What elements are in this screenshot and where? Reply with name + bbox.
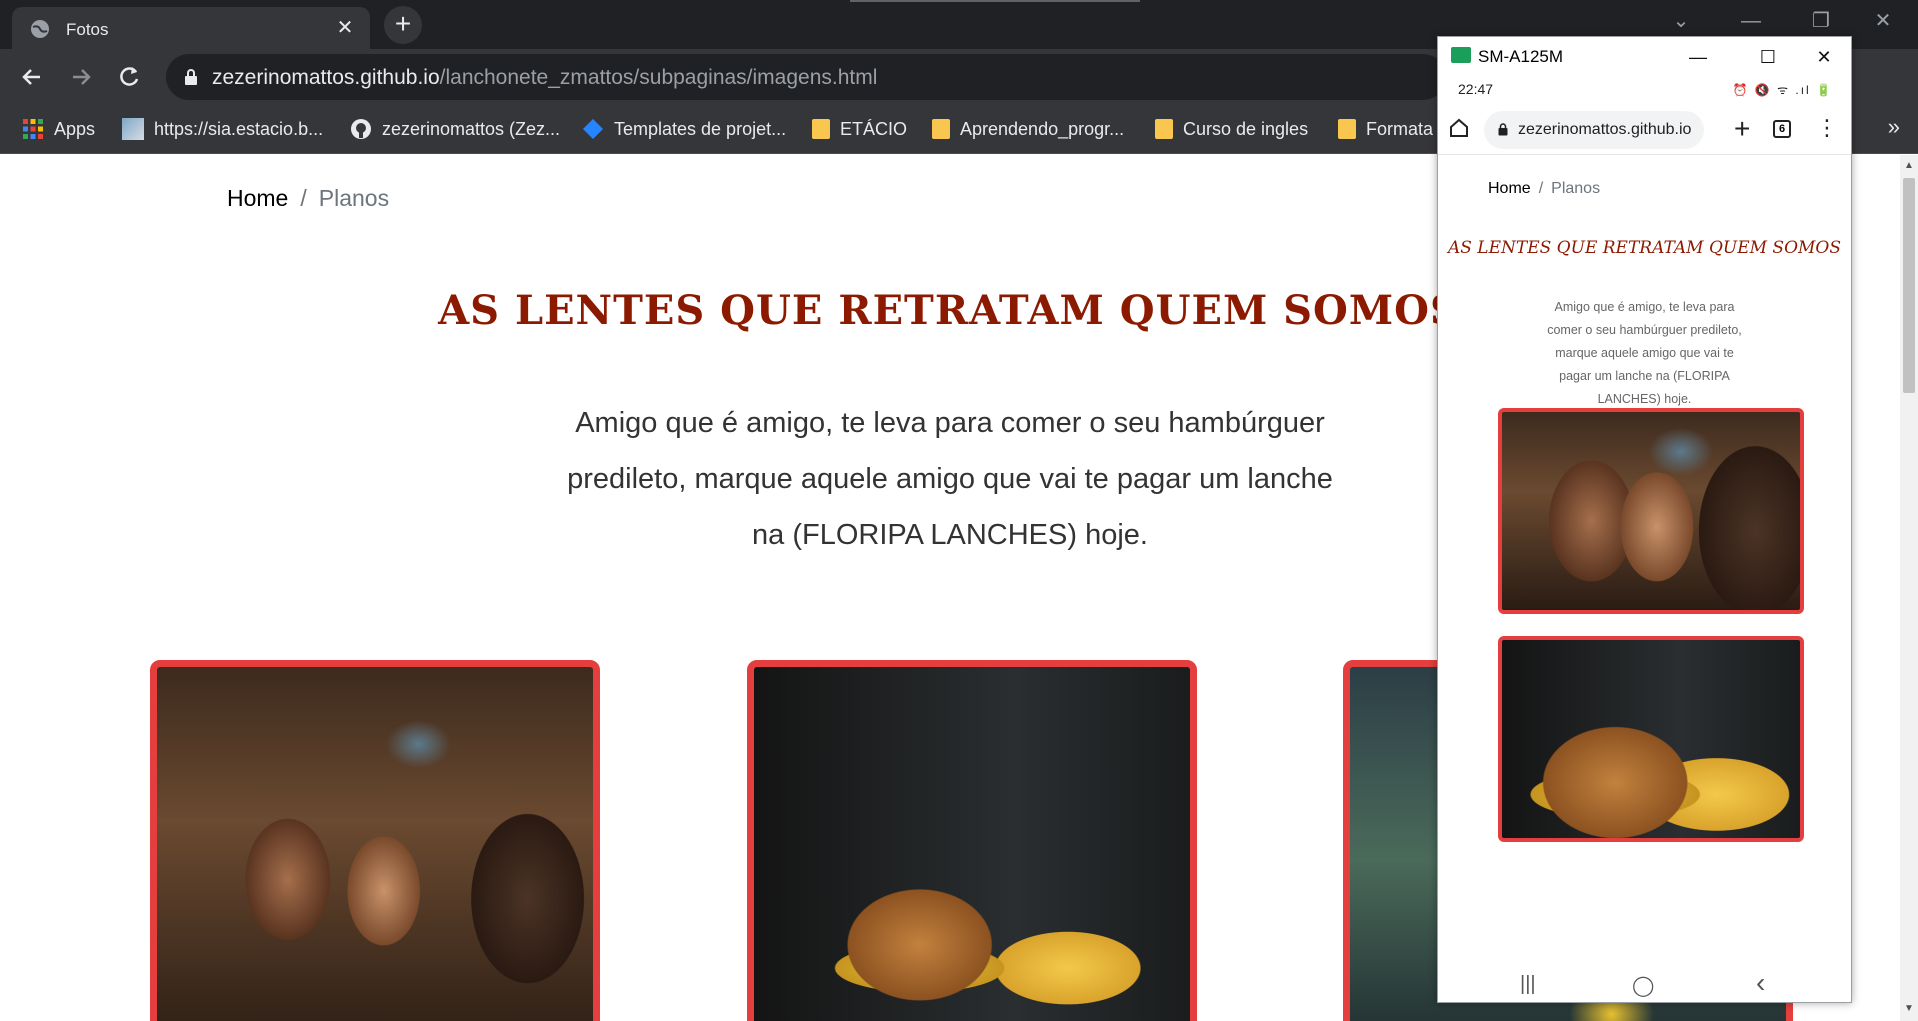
github-icon <box>351 119 371 139</box>
home-icon[interactable] <box>1448 117 1470 139</box>
phone-photo-card-friends <box>1498 408 1804 614</box>
page-scrollbar-thumb[interactable] <box>1903 178 1915 393</box>
close-window-button[interactable]: ✕ <box>1848 0 1918 42</box>
phone-back-icon[interactable]: ‹ <box>1756 967 1765 999</box>
globe-icon <box>31 20 49 38</box>
phone-web-page: Home / Planos AS LENTES QUE RETRATAM QUE… <box>1438 156 1851 991</box>
new-tab-button[interactable]: + <box>384 6 422 44</box>
phone-breadcrumb-separator: / <box>1538 180 1544 197</box>
breadcrumb: Home / Planos <box>227 185 389 212</box>
intro-text: Amigo que é amigo, te leva para comer o … <box>567 407 1333 551</box>
phone-browser-toolbar: zezerinomattos.github.io + 6 ⋮ <box>1438 103 1851 155</box>
scroll-down-icon[interactable]: ▼ <box>1903 1003 1915 1017</box>
reload-icon[interactable] <box>115 63 143 91</box>
phone-breadcrumb: Home / Planos <box>1488 180 1600 198</box>
phone-address-bar[interactable]: zezerinomattos.github.io <box>1484 111 1704 149</box>
phone-window-title: SM-A125M <box>1478 47 1564 66</box>
browser-tab[interactable]: Fotos ✕ <box>12 7 370 49</box>
phone-clock: 22:47 <box>1458 81 1494 97</box>
bookmark-label: zezerinomattos (Zez... <box>382 118 561 139</box>
phone-close-button[interactable]: ✕ <box>1804 43 1844 71</box>
bookmark-label: https://sia.estacio.b... <box>154 118 324 139</box>
bookmark-apps[interactable]: Apps <box>22 116 95 142</box>
phone-new-tab-icon[interactable]: + <box>1734 113 1750 145</box>
bookmarks-overflow-icon[interactable]: » <box>1888 114 1900 140</box>
bookmark-folder-formata[interactable]: Formata <box>1338 116 1433 142</box>
folder-icon <box>812 119 830 139</box>
tab-title: Fotos <box>66 20 109 39</box>
phone-app-icon <box>1451 47 1471 63</box>
breadcrumb-current: Planos <box>318 185 390 211</box>
bookmark-label: Aprendendo_progr... <box>960 118 1125 139</box>
phone-status-icons: ⏰ 🔇 ᯤ .ıl 🔋 <box>1732 83 1833 97</box>
folder-icon <box>1338 119 1356 139</box>
phone-photo-card-burger <box>1498 636 1804 842</box>
apps-grid-icon <box>23 119 43 139</box>
bookmark-label: ETÁCIO <box>840 118 908 139</box>
phone-menu-icon[interactable]: ⋮ <box>1816 115 1838 141</box>
tab-strip-indicator <box>850 0 1140 2</box>
bookmark-github[interactable]: zezerinomattos (Zez... <box>350 116 560 142</box>
phone-breadcrumb-home[interactable]: Home <box>1488 180 1531 198</box>
photo-card-burger <box>747 660 1197 1021</box>
folder-icon <box>932 119 950 139</box>
close-tab-icon[interactable]: ✕ <box>332 15 358 41</box>
breadcrumb-separator: / <box>300 185 307 211</box>
phone-minimize-button[interactable]: — <box>1678 43 1718 71</box>
phone-maximize-button[interactable]: ☐ <box>1748 43 1788 71</box>
lock-icon <box>185 69 197 85</box>
folder-icon <box>1155 119 1173 139</box>
diamond-icon <box>583 119 603 139</box>
recent-apps-icon[interactable]: ||| <box>1520 973 1536 996</box>
phone-page-title: AS LENTES QUE RETRATAM QUEM SOMOS <box>1447 238 1842 258</box>
back-arrow-icon[interactable] <box>18 63 46 91</box>
phone-home-icon[interactable]: ◯ <box>1632 973 1654 998</box>
phone-window-titlebar: SM-A125M — ☐ ✕ <box>1438 37 1851 77</box>
bookmark-label: Templates de projet... <box>614 118 787 139</box>
forward-arrow-icon[interactable] <box>67 63 95 91</box>
url-text: zezerinomattos.github.io/lanchonete_zmat… <box>212 66 878 89</box>
bookmark-label: Curso de ingles <box>1183 118 1309 139</box>
bookmark-sia[interactable]: https://sia.estacio.b... <box>122 116 323 142</box>
photo-card-friends <box>150 660 600 1021</box>
bookmark-folder-aprendendo[interactable]: Aprendendo_progr... <box>932 116 1124 142</box>
scroll-up-icon[interactable]: ▲ <box>1903 160 1915 174</box>
site-icon <box>122 118 144 140</box>
address-bar[interactable]: zezerinomattos.github.io/lanchonete_zmat… <box>166 54 1446 100</box>
phone-nav-bar: ||| ◯ ‹ <box>1438 967 1851 1002</box>
bookmark-templates[interactable]: Templates de projet... <box>582 116 786 142</box>
phone-intro-text: Amigo que é amigo, te leva para comer o … <box>1547 300 1742 406</box>
bookmark-label: Apps <box>54 118 96 139</box>
phone-status-bar: 22:47 ⏰ 🔇 ᯤ .ıl 🔋 <box>1438 77 1851 103</box>
bookmark-label: Formata <box>1366 118 1434 139</box>
lock-icon <box>1498 123 1508 136</box>
breadcrumb-home-link[interactable]: Home <box>227 185 288 212</box>
phone-url-text: zezerinomattos.github.io <box>1518 121 1692 138</box>
bookmark-folder-etacio[interactable]: ETÁCIO <box>812 116 907 142</box>
phone-breadcrumb-current: Planos <box>1551 180 1601 197</box>
phone-tab-count[interactable]: 6 <box>1773 120 1791 138</box>
phone-mirror-window: SM-A125M — ☐ ✕ 22:47 ⏰ 🔇 ᯤ .ıl 🔋 zezerin… <box>1437 36 1852 1003</box>
bookmark-folder-ingles[interactable]: Curso de ingles <box>1155 116 1308 142</box>
